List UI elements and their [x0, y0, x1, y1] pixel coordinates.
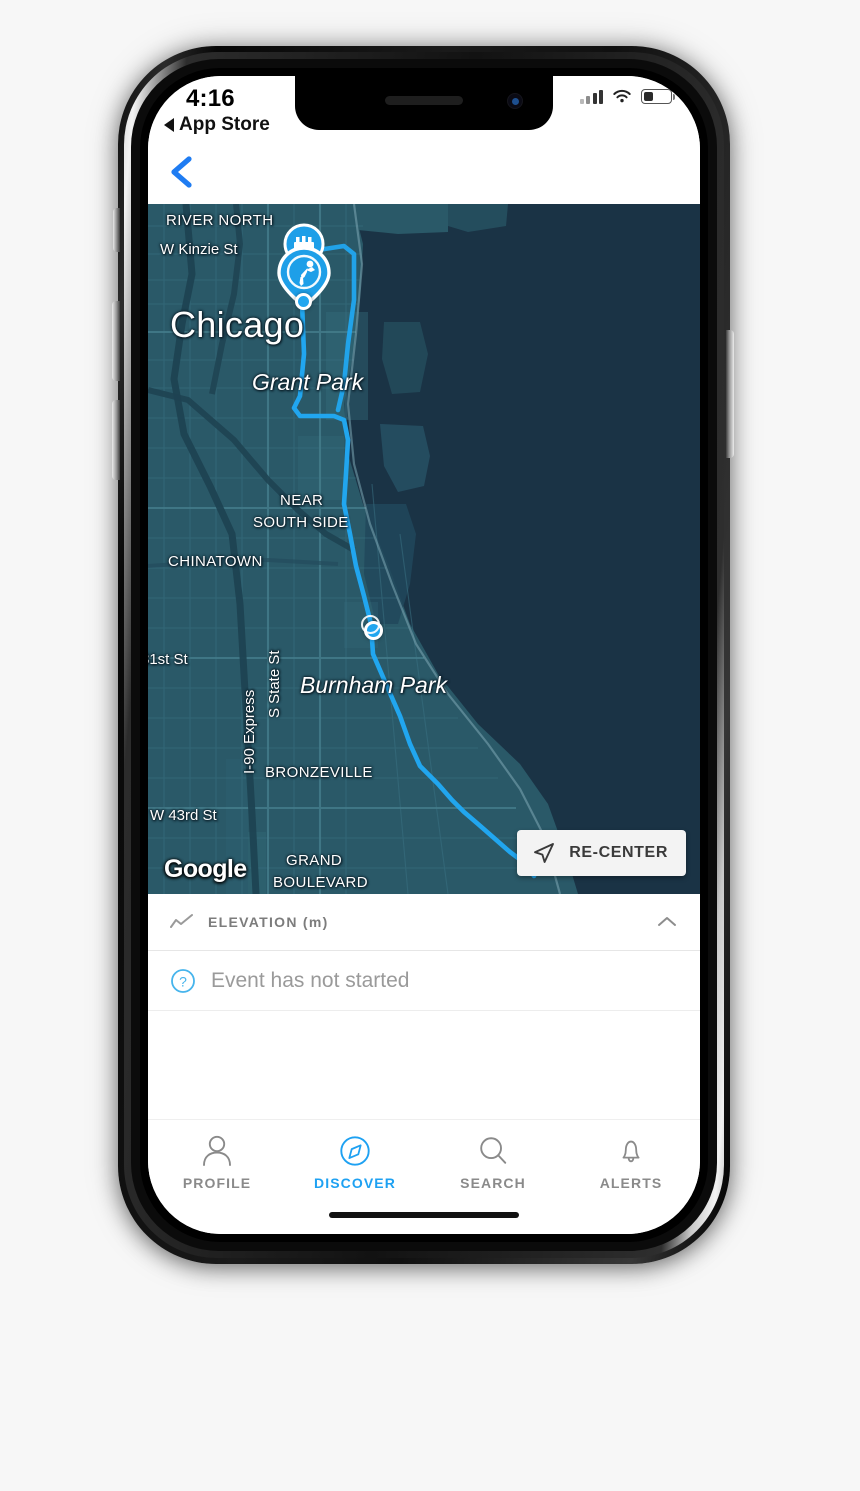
tab-discover[interactable]: DISCOVER [286, 1134, 424, 1191]
elevation-chart-icon [170, 914, 193, 928]
status-bar-time: 4:16 [186, 85, 235, 112]
return-to-app-store-link[interactable]: App Store [164, 114, 270, 136]
compass-icon [340, 1136, 370, 1166]
navigation-bar [148, 142, 700, 204]
tab-label-search: SEARCH [460, 1175, 526, 1191]
recenter-label: RE-CENTER [569, 844, 668, 861]
person-icon [203, 1135, 231, 1166]
map-view[interactable]: RIVER NORTH W Kinzie St Chicago Grant Pa… [148, 204, 700, 894]
return-app-label: App Store [179, 114, 270, 135]
home-indicator[interactable] [329, 1212, 519, 1218]
event-status-text: Event has not started [211, 968, 410, 992]
tab-label-discover: DISCOVER [314, 1175, 396, 1191]
event-status-row: ? Event has not started [148, 951, 700, 1011]
status-bar-indicators [579, 89, 676, 104]
volume-up-button[interactable] [112, 301, 120, 381]
svg-text:?: ? [179, 973, 187, 989]
screenshot-root: 4:16 App Store RIVER NORTH W Kinzie St C… [0, 0, 860, 1491]
elevation-panel-header[interactable]: ELEVATION (m) [148, 894, 700, 951]
wifi-icon [613, 89, 631, 103]
cellular-signal-icon [579, 89, 603, 104]
elevation-panel-title: ELEVATION (m) [208, 914, 329, 930]
tab-search[interactable]: SEARCH [424, 1134, 562, 1191]
earpiece-speaker-icon [385, 96, 463, 105]
question-mark-circle-icon: ? [171, 968, 195, 993]
bottom-tab-bar: PROFILE DISCOVER SEARCH ALERTS [148, 1119, 700, 1234]
google-logo: Google [164, 855, 247, 883]
front-camera-icon [507, 93, 523, 109]
tab-label-alerts: ALERTS [599, 1175, 663, 1191]
start-point-dot [295, 293, 312, 310]
tab-alerts[interactable]: ALERTS [562, 1134, 700, 1191]
back-triangle-icon [164, 118, 174, 132]
tab-profile[interactable]: PROFILE [148, 1134, 286, 1191]
battery-low-icon [641, 89, 676, 104]
navigation-arrow-icon [534, 843, 555, 863]
volume-down-button[interactable] [112, 400, 120, 480]
map-canvas [148, 204, 700, 894]
bell-icon [622, 1140, 640, 1163]
tab-label-profile: PROFILE [182, 1175, 252, 1191]
back-chevron-icon[interactable] [164, 152, 204, 192]
power-button[interactable] [726, 330, 734, 458]
notch [295, 76, 553, 130]
chevron-up-icon[interactable] [656, 915, 678, 929]
silent-switch-button[interactable] [113, 208, 120, 252]
recenter-button[interactable]: RE-CENTER [517, 830, 686, 876]
phone-screen: 4:16 App Store RIVER NORTH W Kinzie St C… [148, 76, 700, 1234]
search-icon [480, 1137, 507, 1164]
mid-point-halo [361, 615, 380, 634]
